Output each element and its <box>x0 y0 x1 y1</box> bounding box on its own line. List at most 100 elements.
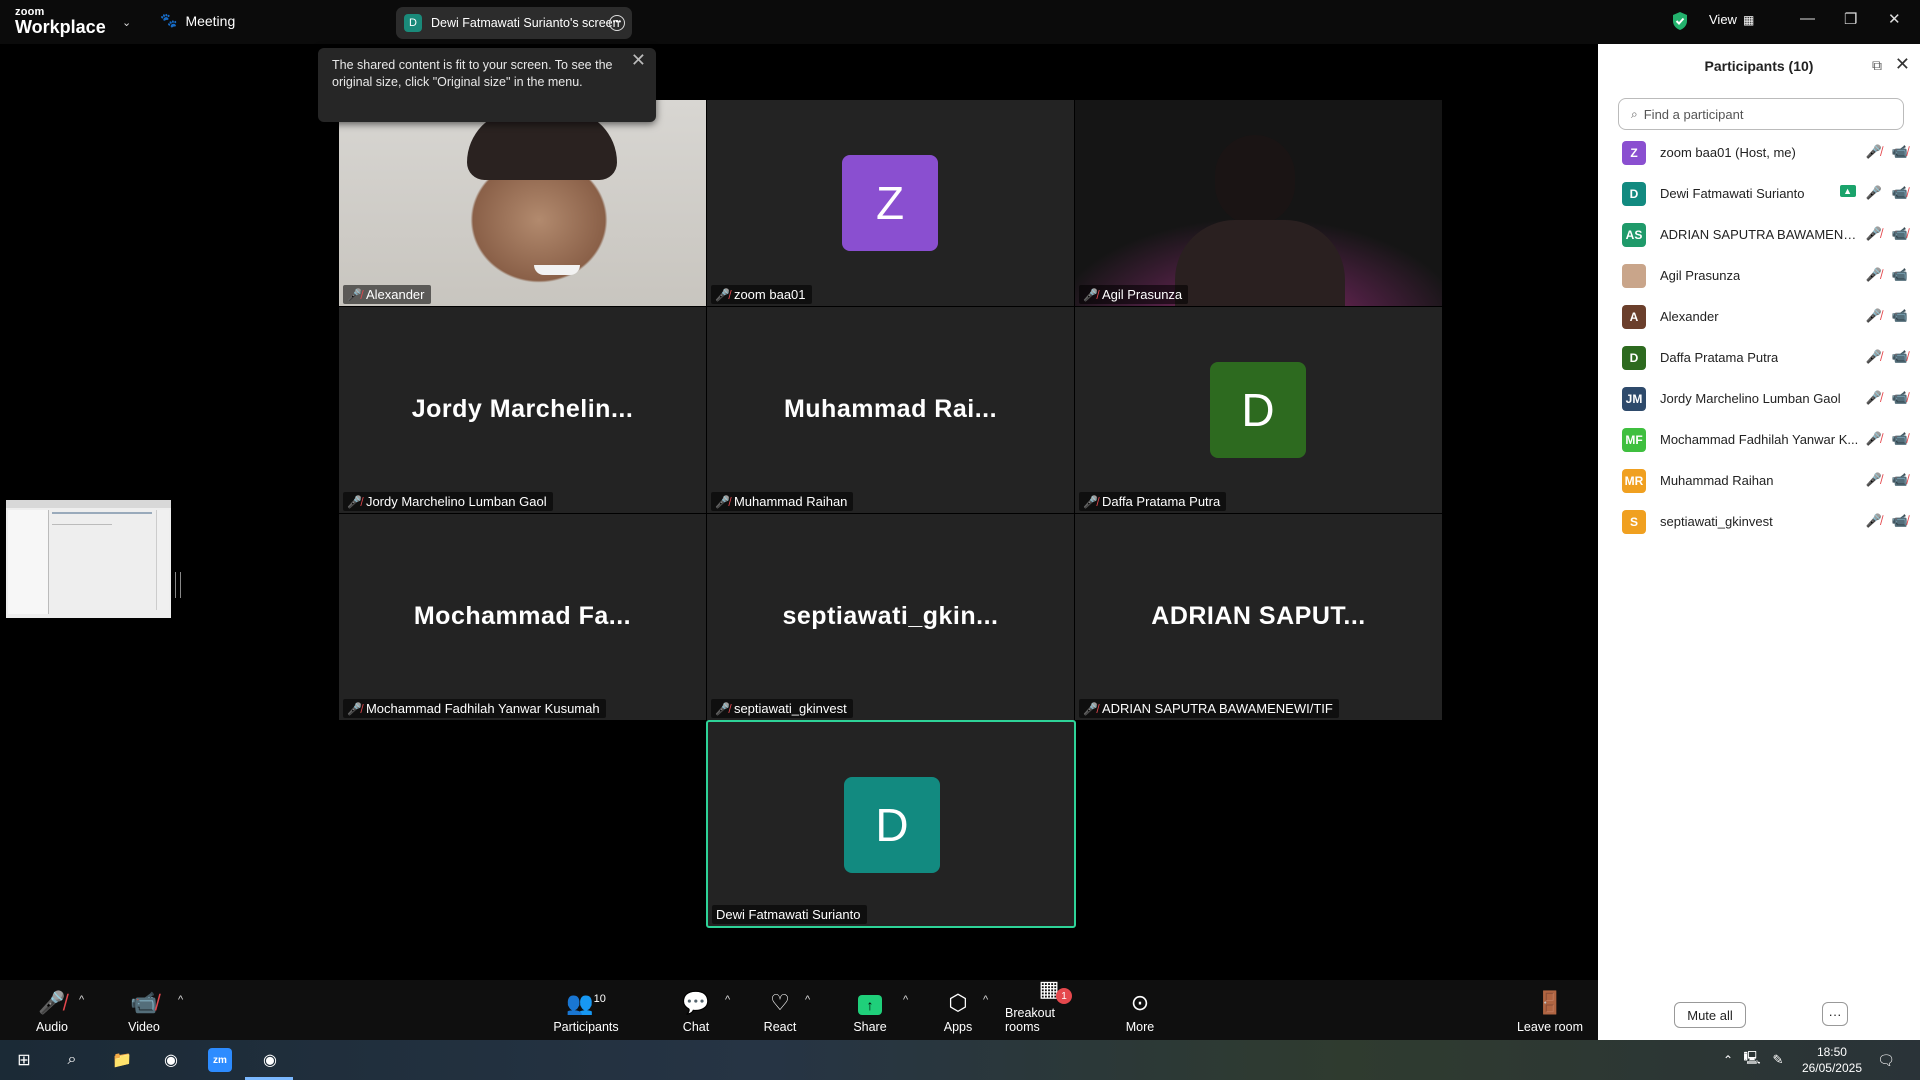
shared-screen-thumbnail[interactable] <box>6 500 171 618</box>
participant-row[interactable]: MF Mochammad Fadhilah Yanwar K... 🎤̸ 📹̸ <box>1598 419 1920 460</box>
video-off-icon[interactable]: 📹̸ <box>1892 472 1908 488</box>
view-button[interactable]: View ▦ <box>1709 12 1754 27</box>
participant-row[interactable]: AS ADRIAN SAPUTRA BAWAMENEW... 🎤̸ 📹̸ <box>1598 214 1920 255</box>
restore-button[interactable]: ❐ <box>1844 10 1857 28</box>
chevron-up-icon[interactable]: ⌃ <box>1716 1048 1740 1072</box>
notifications-icon[interactable]: 🗨 <box>1874 1048 1898 1072</box>
participant-display-name: Mochammad Fa... <box>413 602 632 630</box>
meeting-menu[interactable]: 🐾 Meeting <box>160 12 235 29</box>
leave-room-button[interactable]: 🚪 Leave room <box>1515 980 1585 1040</box>
participant-row[interactable]: Agil Prasunza 🎤̸ 📹 <box>1598 255 1920 296</box>
react-options-caret[interactable]: ^ <box>805 994 810 1006</box>
avatar: D <box>844 777 940 873</box>
video-tile-mochammad[interactable]: Mochammad Fa... 🎤̸ Mochammad Fadhilah Yan… <box>339 514 706 720</box>
avatar: Z <box>842 155 938 251</box>
participant-row[interactable]: Z zoom baa01 (Host, me) 🎤̸ 📹̸ <box>1598 132 1920 173</box>
zoom-app-icon[interactable]: zm <box>208 1048 232 1072</box>
more-options-icon[interactable]: ••• <box>609 15 625 31</box>
video-button[interactable]: 📹̸ Video <box>122 980 166 1040</box>
avatar: MF <box>1622 427 1646 452</box>
participant-search-input[interactable]: ⌕ Find a participant <box>1618 98 1904 130</box>
chat-options-caret[interactable]: ^ <box>725 994 730 1006</box>
participant-nametag: 🎤̸ Jordy Marchelino Lumban Gaol <box>343 492 553 511</box>
chevron-down-icon[interactable]: ⌄ <box>122 16 131 29</box>
mic-muted-icon[interactable]: 🎤̸ <box>1866 144 1882 160</box>
search-icon[interactable]: ⌕ <box>60 1048 84 1072</box>
audio-options-caret[interactable]: ^ <box>79 994 84 1006</box>
apps-button[interactable]: ⬡ Apps <box>940 980 976 1040</box>
video-off-icon[interactable]: 📹̸ <box>1892 144 1908 160</box>
mic-muted-icon[interactable]: 🎤̸ <box>1866 431 1882 447</box>
video-off-icon[interactable]: 📹̸ <box>1892 185 1908 201</box>
system-clock[interactable]: 18:50 26/05/2025 <box>1802 1044 1862 1076</box>
video-tile-adrian[interactable]: ADRIAN SAPUT... 🎤̸ ADRIAN SAPUTRA BAWAMEN… <box>1075 514 1442 720</box>
participant-row[interactable]: MR Muhammad Raihan 🎤̸ 📹̸ <box>1598 460 1920 501</box>
breakout-rooms-button[interactable]: ▦ Breakout rooms <box>1005 976 1093 1040</box>
pen-icon[interactable]: ✎ <box>1766 1048 1790 1072</box>
participant-row[interactable]: D Daffa Pratama Putra 🎤̸ 📹̸ <box>1598 337 1920 378</box>
video-tile-zoom-baa01[interactable]: Z 🎤̸ zoom baa01 <box>707 100 1074 306</box>
pop-out-icon[interactable]: ⧉ <box>1872 57 1882 74</box>
video-on-icon[interactable]: 📹 <box>1892 267 1908 283</box>
windows-start-icon[interactable]: ⊞ <box>12 1048 36 1072</box>
participant-row[interactable]: S septiawati_gkinvest 🎤̸ 📹̸ <box>1598 501 1920 542</box>
video-off-icon[interactable]: 📹̸ <box>1892 226 1908 242</box>
resize-handle[interactable] <box>175 572 181 598</box>
share-options-caret[interactable]: ^ <box>903 994 908 1006</box>
avatar: AS <box>1622 222 1646 247</box>
close-icon[interactable]: ✕ <box>631 51 646 69</box>
share-button[interactable]: ↑ Share <box>852 980 888 1040</box>
file-explorer-icon[interactable]: 📁 <box>110 1048 134 1072</box>
mic-icon[interactable]: 🎤 <box>1866 185 1882 201</box>
video-tile-jordy[interactable]: Jordy Marchelin... 🎤̸ Jordy Marchelino Lu… <box>339 307 706 513</box>
mic-muted-icon: 🎤̸ <box>38 990 66 1015</box>
mic-muted-icon[interactable]: 🎤̸ <box>1866 513 1882 529</box>
close-window-button[interactable]: ✕ <box>1888 10 1901 28</box>
participant-display-name: ADRIAN SAPUT... <box>1151 602 1366 630</box>
participant-nametag: 🎤̸ Alexander <box>343 285 431 304</box>
react-button[interactable]: ♡ React <box>763 980 797 1040</box>
video-tile-dewi[interactable]: D Dewi Fatmawati Surianto <box>706 720 1076 928</box>
video-tile-septiawati[interactable]: septiawati_gkin... 🎤̸ septiawati_gkinvest <box>707 514 1074 720</box>
video-off-icon[interactable]: 📹̸ <box>1892 349 1908 365</box>
avatar: JM <box>1622 386 1646 411</box>
participant-row[interactable]: JM Jordy Marchelino Lumban Gaol 🎤̸ 📹̸ <box>1598 378 1920 419</box>
video-on-icon[interactable]: 📹 <box>1892 308 1908 324</box>
network-icon[interactable]: 🖳 <box>1740 1048 1764 1072</box>
video-tile-muhammad-raihan[interactable]: Muhammad Rai... 🎤̸ Muhammad Raihan <box>707 307 1074 513</box>
video-tile-alexander[interactable]: 🎤̸ Alexander <box>339 100 706 306</box>
close-panel-icon[interactable]: ✕ <box>1895 54 1910 75</box>
participant-nametag: 🎤̸ Agil Prasunza <box>1079 285 1189 304</box>
mic-muted-icon[interactable]: 🎤̸ <box>1866 267 1882 283</box>
video-tile-agil-prasunza[interactable]: 🎤̸ Agil Prasunza <box>1075 100 1442 306</box>
chrome-icon[interactable]: ◉ <box>159 1048 183 1072</box>
video-tile-daffa[interactable]: D 🎤̸ Daffa Pratama Putra <box>1075 307 1442 513</box>
grid-view-icon: ▦ <box>1742 12 1755 27</box>
participants-button[interactable]: 👥10 Participants <box>550 980 622 1040</box>
video-off-icon[interactable]: 📹̸ <box>1892 513 1908 529</box>
video-options-caret[interactable]: ^ <box>178 994 183 1006</box>
avatar: A <box>1622 304 1646 329</box>
mic-muted-icon[interactable]: 🎤̸ <box>1866 349 1882 365</box>
participants-icon: 👥10 <box>566 990 606 1015</box>
more-button[interactable]: ⊙ More <box>1124 980 1156 1040</box>
participant-row[interactable]: A Alexander 🎤̸ 📹 <box>1598 296 1920 337</box>
more-options-button[interactable]: ··· <box>1822 1002 1848 1026</box>
chrome-profile-icon[interactable]: ◉ <box>258 1048 282 1072</box>
encryption-shield-icon[interactable] <box>1671 11 1689 31</box>
mic-muted-icon: 🎤̸ <box>347 287 362 302</box>
avatar: MR <box>1622 468 1646 493</box>
mic-muted-icon[interactable]: 🎤̸ <box>1866 472 1882 488</box>
minimize-button[interactable]: — <box>1800 10 1815 27</box>
shared-screen-pill[interactable]: D Dewi Fatmawati Surianto's screen ••• <box>396 7 632 39</box>
video-off-icon[interactable]: 📹̸ <box>1892 390 1908 406</box>
apps-options-caret[interactable]: ^ <box>983 994 988 1006</box>
mic-muted-icon[interactable]: 🎤̸ <box>1866 226 1882 242</box>
audio-button[interactable]: 🎤̸ Audio <box>30 980 74 1040</box>
video-off-icon[interactable]: 📹̸ <box>1892 431 1908 447</box>
participant-row[interactable]: D Dewi Fatmawati Surianto ▲ 🎤 📹̸ <box>1598 173 1920 214</box>
mic-muted-icon[interactable]: 🎤̸ <box>1866 308 1882 324</box>
mic-muted-icon[interactable]: 🎤̸ <box>1866 390 1882 406</box>
chat-button[interactable]: 💬 Chat <box>680 980 712 1040</box>
mute-all-button[interactable]: Mute all <box>1674 1002 1746 1028</box>
